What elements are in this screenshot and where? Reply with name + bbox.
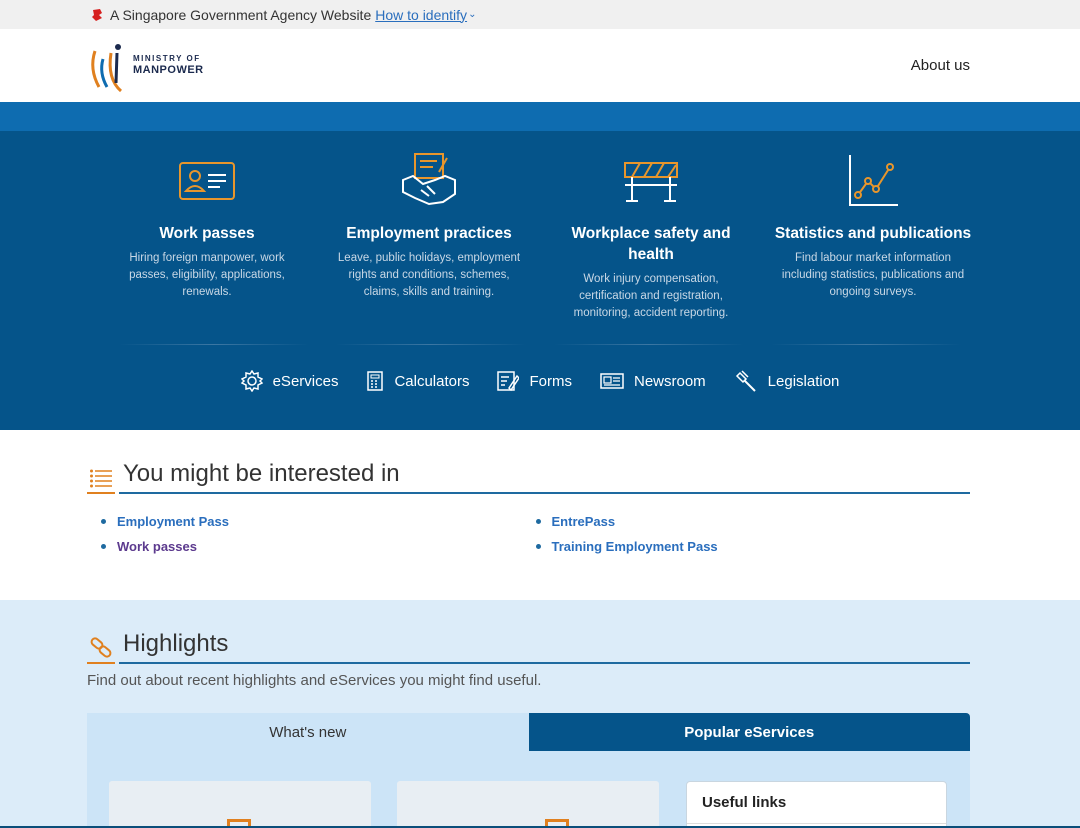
category-title: Work passes: [159, 225, 255, 242]
handshake-icon: [402, 153, 456, 206]
interest-title: You might be interested in: [119, 460, 970, 494]
link-training-employment-pass[interactable]: Training Employment Pass: [536, 539, 971, 554]
form-icon: [497, 371, 520, 392]
how-to-identify-link[interactable]: How to identify: [375, 7, 467, 23]
gear-icon: [240, 370, 263, 392]
quick-link-label: Forms: [529, 372, 572, 390]
highlights-section: Highlights Find out about recent highlig…: [0, 600, 1080, 828]
link-entrepass[interactable]: EntrePass: [536, 514, 971, 529]
calculator-icon: [367, 371, 384, 391]
highlights-tabs: What's new Popular eServices: [87, 713, 970, 751]
category-title: Employment practices: [346, 225, 512, 242]
site-header: MINISTRY OF MANPOWER About us: [0, 29, 1080, 102]
link-work-passes[interactable]: Work passes: [101, 539, 536, 554]
quick-link-label: eServices: [272, 372, 339, 390]
tab-popular-eservices[interactable]: Popular eServices: [528, 713, 970, 751]
category-title: Statistics and publications: [774, 225, 972, 242]
category-workplace-safety[interactable]: Workplace safety and health Work injury …: [540, 151, 762, 322]
mom-logo[interactable]: MINISTRY OF MANPOWER: [87, 39, 204, 93]
category-dividers: [105, 344, 975, 345]
nav-band: [0, 102, 1080, 131]
tab-whats-new[interactable]: What's new: [87, 713, 529, 751]
quick-link-eservices[interactable]: eServices: [240, 369, 339, 393]
category-desc: Work injury compensation, certification …: [573, 273, 729, 319]
category-desc: Hiring foreign manpower, work passes, el…: [129, 252, 285, 298]
quick-link-label: Newsroom: [633, 372, 706, 390]
quick-link-label: Calculators: [394, 372, 470, 390]
link-chain-icon: [87, 634, 115, 664]
newspaper-icon: [600, 373, 624, 389]
useful-links-box: Useful links: [686, 781, 947, 828]
gavel-icon: [735, 370, 756, 392]
logo-line-2: MANPOWER: [133, 63, 204, 76]
interest-links: Employment Pass EntrePass Work passes Tr…: [87, 494, 970, 554]
gov-masthead: A Singapore Government Agency Website Ho…: [0, 0, 1080, 29]
highlights-title: Highlights: [119, 630, 970, 664]
about-us-link[interactable]: About us: [911, 57, 970, 74]
category-work-passes[interactable]: Work passes Hiring foreign manpower, wor…: [96, 151, 318, 322]
logo-line-1: MINISTRY OF: [133, 54, 201, 64]
quick-link-legislation[interactable]: Legislation: [734, 369, 840, 393]
id-card-icon: [179, 162, 235, 200]
highlight-card[interactable]: [109, 781, 371, 828]
quick-link-forms[interactable]: Forms: [497, 369, 572, 393]
lion-head-icon: [92, 8, 102, 21]
link-employment-pass[interactable]: Employment Pass: [101, 514, 536, 529]
line-chart-icon: [849, 155, 898, 206]
useful-links-title: Useful links: [687, 782, 946, 824]
quick-link-label: Legislation: [767, 372, 840, 390]
category-employment-practices[interactable]: Employment practices Leave, public holid…: [318, 151, 540, 322]
category-statistics[interactable]: Statistics and publications Find labour …: [762, 151, 984, 322]
list-icon: [87, 464, 115, 494]
quick-links: eServices Calculators Forms Newsroom Leg…: [0, 369, 1080, 393]
category-title: Workplace safety and health: [571, 225, 731, 263]
interest-section: You might be interested in Employment Pa…: [0, 430, 1080, 600]
masthead-text: A Singapore Government Agency Website: [110, 6, 372, 23]
quick-link-calculators[interactable]: Calculators: [366, 369, 469, 393]
highlights-panel: Useful links: [87, 751, 970, 828]
highlight-card[interactable]: [397, 781, 659, 828]
category-section: Work passes Hiring foreign manpower, wor…: [0, 131, 1080, 430]
barrier-icon: [624, 162, 678, 202]
quick-link-newsroom[interactable]: Newsroom: [600, 369, 706, 393]
mom-logo-mark: [91, 43, 123, 92]
chevron-down-icon[interactable]: ⌄: [468, 9, 476, 20]
highlights-subtitle: Find out about recent highlights and eSe…: [87, 672, 542, 689]
category-desc: Leave, public holidays, employment right…: [337, 252, 521, 298]
category-desc: Find labour market information including…: [781, 252, 965, 298]
